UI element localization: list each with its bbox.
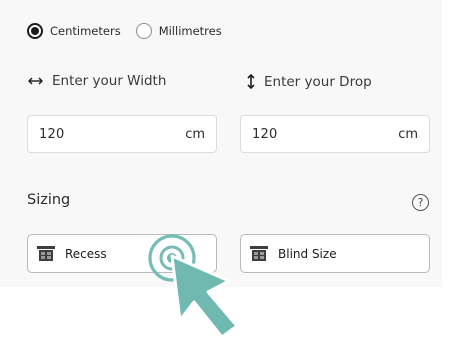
vertical-arrows-icon [246, 73, 256, 90]
width-input[interactable]: 120 cm [27, 115, 217, 153]
width-unit-label: cm [185, 126, 205, 142]
radio-label-centimeters: Centimeters [50, 24, 121, 38]
recess-button-label: Recess [65, 246, 107, 261]
sizing-title: Sizing [27, 192, 71, 208]
radio-label-millimetres: Millimetres [158, 24, 222, 38]
help-icon[interactable]: ? [412, 194, 429, 211]
width-field-label: Enter your Width [27, 73, 166, 89]
blind-size-button-label: Blind Size [278, 246, 337, 261]
width-input-value[interactable]: 120 [39, 127, 64, 142]
drop-input[interactable]: 120 cm [240, 115, 430, 153]
unit-radio-group: Centimeters Millimetres [27, 23, 222, 39]
radio-unchecked-icon[interactable] [135, 23, 152, 39]
drop-label-text: Enter your Drop [264, 73, 372, 90]
drop-unit-label: cm [398, 126, 418, 142]
blind-size-button[interactable]: Blind Size [240, 234, 430, 273]
radio-centimeters[interactable]: Centimeters [27, 23, 121, 39]
horizontal-arrows-icon [27, 76, 44, 86]
window-icon [250, 245, 268, 262]
recess-button[interactable]: Recess [27, 234, 217, 273]
window-icon [37, 245, 55, 262]
radio-millimetres[interactable]: Millimetres [135, 23, 222, 39]
drop-input-value[interactable]: 120 [252, 127, 277, 142]
width-label-text: Enter your Width [52, 73, 167, 89]
measurement-panel: Centimeters Millimetres Enter your Width… [0, 0, 442, 287]
radio-dot [31, 27, 39, 35]
radio-checked-icon[interactable] [27, 23, 43, 39]
drop-field-label: Enter your Drop [246, 73, 372, 90]
